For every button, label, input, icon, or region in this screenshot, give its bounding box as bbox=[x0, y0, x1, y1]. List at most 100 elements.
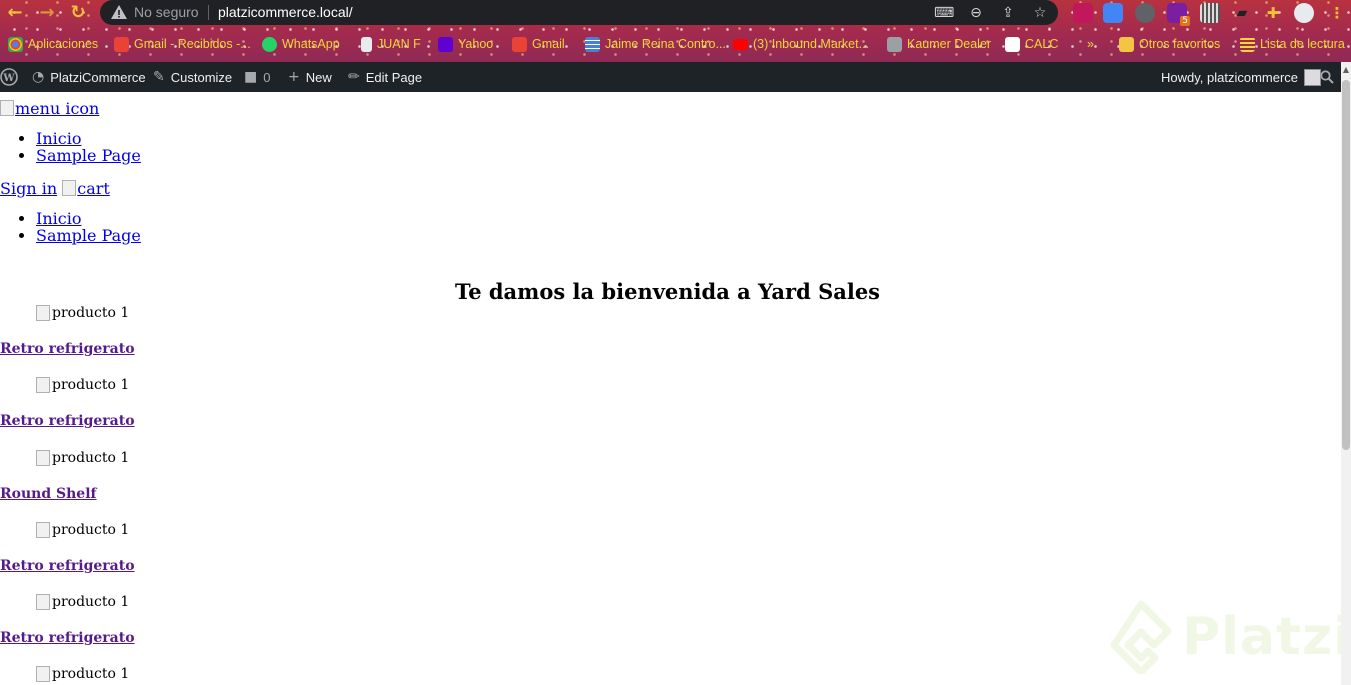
bookmark-label: JUAN F bbox=[377, 37, 421, 51]
bookmark-item[interactable]: CALC bbox=[1005, 33, 1058, 55]
bookmark-label: Kaumer Dealer bbox=[907, 37, 992, 51]
bookmark-star-icon[interactable]: ☆ bbox=[1030, 3, 1050, 23]
scrollbar-thumb[interactable] bbox=[1342, 80, 1350, 450]
product-name-link[interactable]: Retro refrigerato bbox=[0, 558, 135, 574]
gmail-icon bbox=[114, 36, 129, 52]
howdy-label: Howdy, platzicommerce bbox=[1161, 69, 1299, 85]
broken-image-icon bbox=[0, 100, 14, 116]
wp-admin-bar: W ◔ PlatziCommerce ✎ Customize ■ 0 + New… bbox=[0, 62, 1341, 92]
menu-icon-link[interactable]: menu icon bbox=[0, 99, 99, 118]
broken-image-icon bbox=[36, 377, 50, 393]
bookmark-item[interactable]: WhatsApp bbox=[262, 33, 340, 55]
bookmark-item[interactable]: Gmail bbox=[512, 33, 565, 55]
nav-item: Sample Page bbox=[36, 147, 141, 164]
page-title: Te damos la bienvenida a Yard Sales bbox=[454, 279, 880, 305]
browser-menu-icon[interactable]: ⋮ bbox=[1327, 3, 1347, 23]
customize-link[interactable]: ✎ Customize bbox=[153, 62, 232, 92]
user-avatar bbox=[1304, 68, 1322, 86]
site-name-link[interactable]: ◔ PlatziCommerce bbox=[32, 62, 146, 92]
zoom-out-icon[interactable]: ⊖ bbox=[966, 3, 986, 23]
product-image: producto 1 bbox=[36, 522, 129, 538]
product-name-link[interactable]: Retro refrigerato bbox=[0, 341, 135, 357]
share-icon[interactable]: ⇪ bbox=[998, 3, 1018, 23]
product-name-link[interactable]: Round Shelf bbox=[0, 486, 97, 502]
page-scrollbar[interactable]: ▲ bbox=[1341, 62, 1351, 685]
cart-alt: cart bbox=[77, 179, 110, 198]
bookmark-label: Jaime Reina Contro... bbox=[605, 37, 726, 51]
wordpress-logo-icon[interactable]: W bbox=[0, 62, 18, 92]
bookmark-label: WhatsApp bbox=[282, 37, 340, 51]
product-image: producto 1 bbox=[36, 377, 129, 393]
nav-item: Inicio bbox=[36, 130, 141, 147]
broken-image-icon bbox=[36, 450, 50, 466]
bookmark-item[interactable]: (3) Inbound Market... bbox=[733, 33, 869, 55]
sign-in-link[interactable]: Sign in bbox=[0, 179, 57, 198]
product-image: producto 1 bbox=[36, 594, 129, 610]
extensions-puzzle-icon[interactable]: ✚ bbox=[1263, 3, 1283, 23]
primary-nav: Inicio Sample Page bbox=[0, 130, 141, 164]
customize-label: Customize bbox=[170, 69, 233, 85]
extension-heart-icon[interactable] bbox=[1073, 3, 1093, 23]
reading-list[interactable]: Lista de lectura bbox=[1240, 33, 1345, 55]
comments-link[interactable]: ■ 0 bbox=[244, 62, 270, 92]
extension-barcode-icon[interactable] bbox=[1200, 3, 1220, 23]
dashboard-icon: ◔ bbox=[32, 69, 45, 85]
other-bookmarks-label: Otros favoritos bbox=[1139, 37, 1221, 51]
bookmark-item[interactable]: Kaumer Dealer bbox=[887, 33, 991, 55]
product-image-alt: producto 1 bbox=[52, 305, 130, 321]
profile-avatar[interactable] bbox=[1294, 3, 1314, 23]
security-label[interactable]: No seguro bbox=[134, 4, 199, 20]
url-text[interactable]: platzicommerce.local/ bbox=[218, 4, 353, 20]
new-content-link[interactable]: + New bbox=[288, 62, 332, 92]
edit-page-label: Edit Page bbox=[365, 69, 423, 85]
comments-count: 0 bbox=[263, 69, 271, 85]
bookmark-label: (3) Inbound Market... bbox=[753, 37, 870, 51]
new-label: New bbox=[305, 69, 332, 85]
product-name-link[interactable]: Retro refrigerato bbox=[0, 630, 135, 646]
translate-icon[interactable]: ⌨ bbox=[934, 3, 954, 23]
nav-link-sample-page[interactable]: Sample Page bbox=[36, 226, 141, 245]
page-content: menu icon Inicio Sample Page Sign in car… bbox=[0, 92, 1341, 685]
plus-icon: + bbox=[288, 69, 300, 85]
warning-icon[interactable] bbox=[110, 4, 128, 20]
comment-bubble-icon: ■ bbox=[244, 69, 258, 85]
edit-page-link[interactable]: ✏ Edit Page bbox=[348, 62, 422, 92]
bookmark-item[interactable]: Yahoo bbox=[438, 33, 493, 55]
my-account-link[interactable]: Howdy, platzicommerce bbox=[1161, 62, 1322, 92]
product-image: producto 1 bbox=[36, 305, 129, 321]
browser-chrome: ← → ↻ No seguro platzicommerce.local/ ⌨ … bbox=[0, 0, 1351, 62]
cart-link[interactable]: cart bbox=[62, 179, 110, 198]
extension-puzzle-badge-icon[interactable]: 5 bbox=[1167, 3, 1190, 26]
product-image-alt: producto 1 bbox=[52, 594, 130, 610]
back-arrow-icon[interactable]: ← bbox=[4, 3, 26, 23]
forward-arrow-icon[interactable]: → bbox=[36, 3, 58, 23]
address-bar[interactable]: No seguro platzicommerce.local/ ⌨ ⊖ ⇪ ☆ bbox=[100, 0, 1058, 25]
extension-circle-icon[interactable] bbox=[1135, 3, 1155, 23]
bookmark-label: Aplicaciones bbox=[28, 37, 99, 51]
nav-link-sample-page[interactable]: Sample Page bbox=[36, 146, 141, 165]
extension-hat-icon[interactable]: ▰ bbox=[1232, 3, 1252, 23]
bookmark-page-icon bbox=[361, 36, 372, 52]
youtube-icon bbox=[733, 38, 748, 50]
bookmark-item[interactable]: Gmail - Recibidos -... bbox=[114, 33, 251, 55]
menu-icon-alt: menu icon bbox=[15, 99, 100, 118]
bookmark-label: Yahoo bbox=[458, 37, 494, 51]
product-image-alt: producto 1 bbox=[52, 377, 130, 393]
scroll-up-arrow-icon[interactable]: ▲ bbox=[1341, 65, 1351, 74]
search-icon[interactable] bbox=[1320, 62, 1334, 92]
bookmark-item[interactable]: Jaime Reina Contro... bbox=[585, 33, 726, 55]
other-bookmarks[interactable]: Otros favoritos bbox=[1119, 33, 1220, 55]
whatsapp-icon bbox=[262, 36, 277, 52]
bookmark-label: Gmail - Recibidos -... bbox=[134, 37, 251, 51]
sheet-icon bbox=[585, 36, 600, 52]
bookmark-item[interactable]: JUAN F bbox=[361, 33, 421, 55]
reload-icon[interactable]: ↻ bbox=[67, 3, 89, 23]
broken-image-icon bbox=[36, 594, 50, 610]
bookmark-item[interactable]: Aplicaciones bbox=[8, 33, 98, 55]
cart-broken-image-icon bbox=[62, 180, 77, 196]
product-name-link[interactable]: Retro refrigerato bbox=[0, 413, 135, 429]
nav-item: Sample Page bbox=[36, 227, 141, 244]
more-bookmarks-chevron-icon[interactable]: » bbox=[1087, 33, 1094, 55]
secondary-nav: Inicio Sample Page bbox=[0, 210, 141, 244]
extension-translate-icon[interactable] bbox=[1103, 3, 1123, 23]
